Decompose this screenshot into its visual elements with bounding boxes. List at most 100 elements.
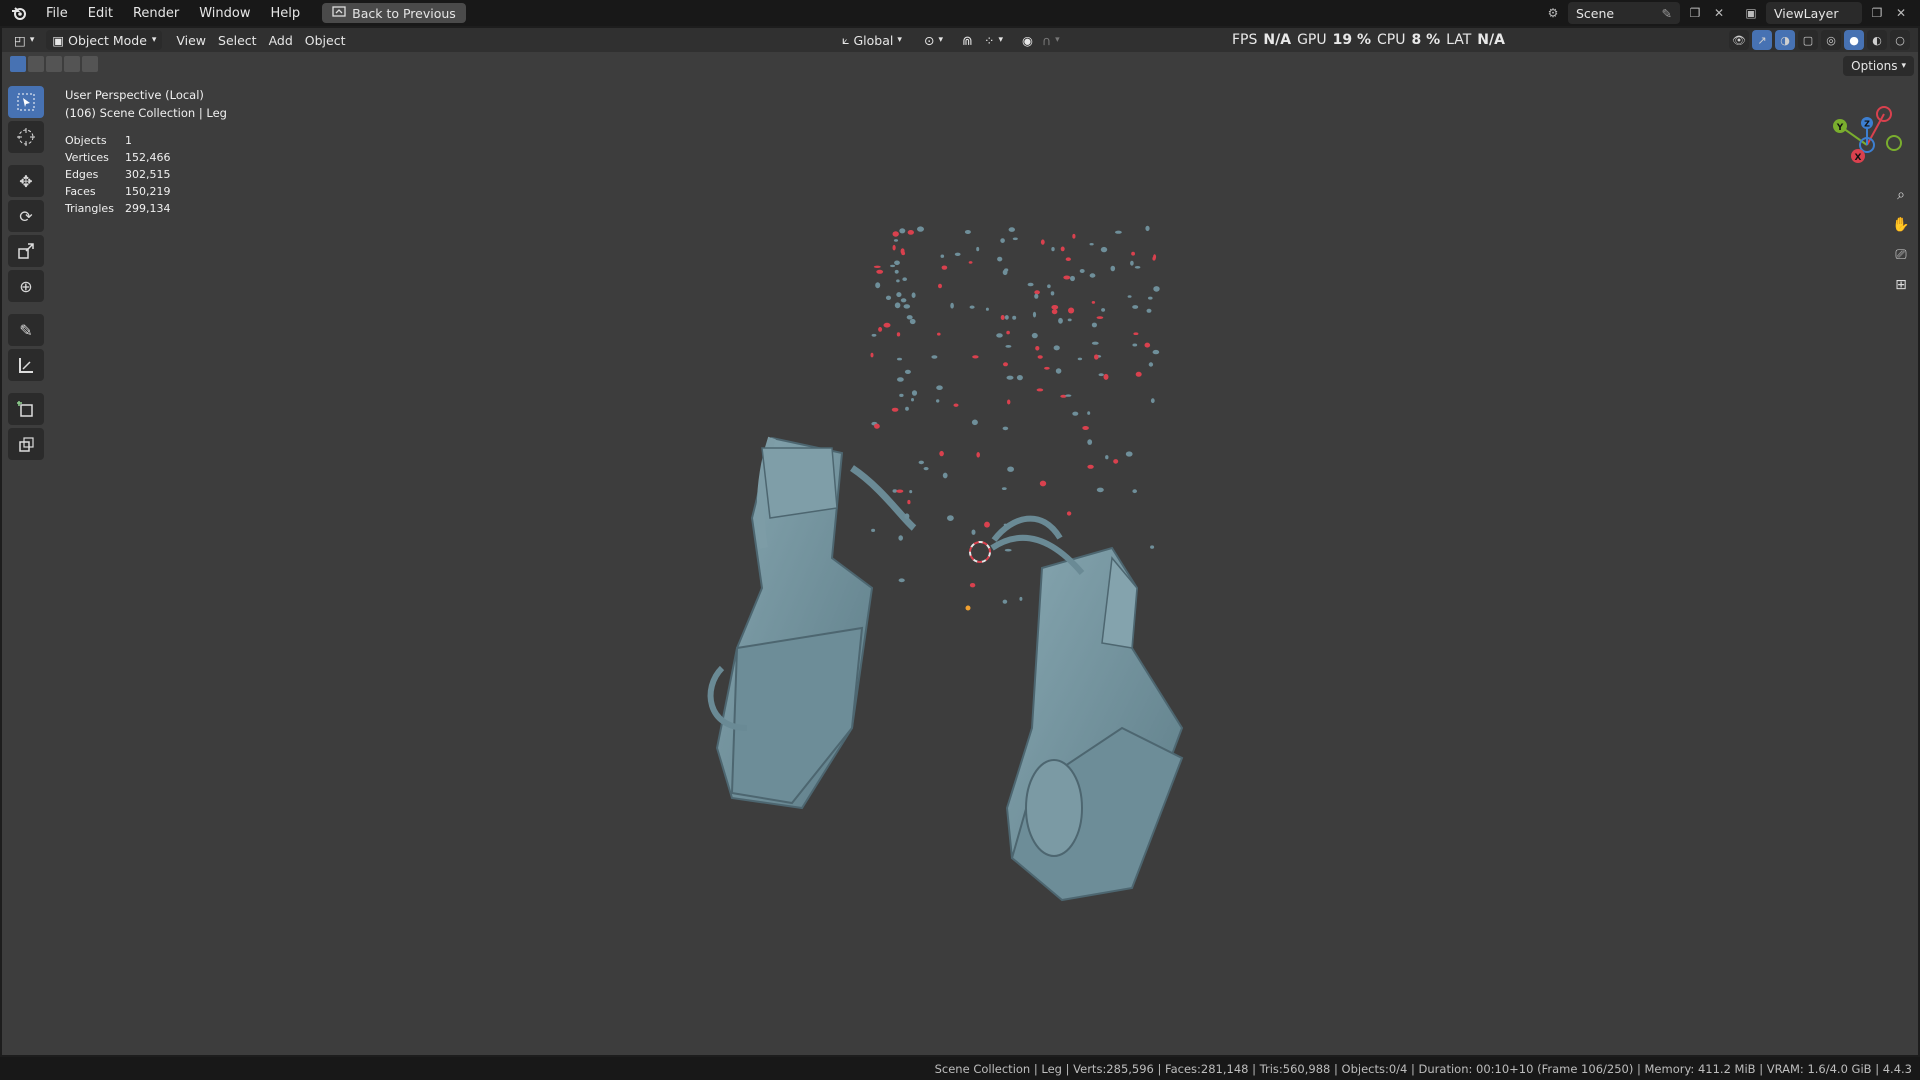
back-to-previous-button[interactable]: Back to Previous	[322, 3, 466, 23]
move-tool-icon[interactable]: ✥	[8, 165, 44, 197]
scene-name: Scene	[1576, 5, 1615, 21]
particle	[971, 419, 978, 426]
particle	[897, 357, 902, 361]
new-scene-icon[interactable]: ❐	[1686, 4, 1704, 22]
scene-type-icon[interactable]: ⚙	[1544, 4, 1562, 22]
particle	[901, 251, 906, 256]
scene-name-field[interactable]: Scene ✎	[1568, 2, 1680, 24]
measure-tool-icon[interactable]	[8, 349, 44, 381]
particle	[1044, 366, 1050, 370]
menu-render[interactable]: Render	[123, 0, 189, 26]
delete-view-layer-icon[interactable]: ✕	[1892, 4, 1910, 22]
particle	[1145, 225, 1150, 232]
right-leg-mesh[interactable]	[990, 515, 1184, 902]
particle	[1003, 362, 1008, 367]
extrude-tool-icon[interactable]	[8, 428, 44, 460]
particle	[939, 450, 944, 457]
particle	[1100, 246, 1108, 253]
particle	[1091, 322, 1097, 328]
particle	[984, 521, 990, 528]
cursor-tool-icon[interactable]	[8, 121, 44, 153]
particle	[1096, 316, 1104, 319]
particle	[954, 252, 961, 256]
view-layer-field[interactable]: ViewLayer	[1766, 2, 1862, 24]
particle	[1065, 394, 1072, 397]
particle	[873, 265, 881, 268]
scale-tool-icon[interactable]	[8, 235, 44, 267]
particle	[1000, 315, 1005, 320]
particle	[903, 304, 911, 309]
perspective-toggle-icon[interactable]: ⊞	[1888, 272, 1914, 298]
particle	[972, 355, 979, 359]
view-layer-type-icon[interactable]: ▣	[1742, 4, 1760, 22]
particle	[907, 499, 911, 505]
particle	[1068, 307, 1075, 314]
particle-cloud	[870, 225, 1160, 604]
particle	[1132, 489, 1137, 494]
menu-help[interactable]: Help	[261, 0, 311, 26]
particle	[1001, 487, 1007, 490]
particle	[950, 302, 954, 309]
particle	[918, 460, 924, 465]
particle	[894, 302, 901, 309]
add-cube-tool-icon[interactable]	[8, 393, 44, 425]
particle	[976, 452, 980, 458]
particle	[937, 332, 941, 336]
transform-tool-icon[interactable]: ⊕	[8, 270, 44, 302]
particle	[1034, 293, 1039, 299]
particle	[893, 239, 899, 242]
menu-edit[interactable]: Edit	[78, 0, 123, 26]
particle	[894, 260, 900, 266]
stat-row: Triangles 299,134	[65, 202, 171, 215]
scene-render	[707, 225, 1184, 902]
particle	[1007, 466, 1014, 472]
collection-label: (106) Scene Collection | Leg	[65, 106, 227, 120]
3d-viewport[interactable]: ◰ ▾ ▣ Object Mode ▾ View Select Add Objec…	[2, 28, 1918, 1055]
particle	[1060, 246, 1065, 252]
particle	[940, 254, 945, 258]
particle	[969, 583, 976, 588]
gizmo-x-label: X	[1855, 153, 1862, 163]
particle	[1098, 373, 1104, 377]
rotate-tool-icon[interactable]: ⟳	[8, 200, 44, 232]
particle	[899, 228, 906, 234]
particle	[917, 226, 924, 232]
particle	[898, 578, 905, 583]
new-view-layer-icon[interactable]: ❐	[1868, 4, 1886, 22]
particle	[1087, 411, 1091, 415]
zoom-icon[interactable]: ⌕	[1888, 182, 1914, 208]
delete-scene-icon[interactable]: ✕	[1710, 4, 1728, 22]
particle	[1035, 346, 1040, 351]
menu-file[interactable]: File	[36, 0, 78, 26]
particle	[894, 269, 899, 274]
particle	[1103, 373, 1109, 380]
particle	[1153, 254, 1157, 260]
particle	[1012, 237, 1018, 241]
particle	[936, 385, 943, 391]
particle	[874, 423, 880, 429]
particle	[923, 467, 929, 471]
pin-icon[interactable]: ✎	[1662, 6, 1672, 21]
particle	[1051, 309, 1058, 315]
annotate-tool-icon[interactable]: ✎	[8, 314, 44, 346]
particle	[1036, 388, 1044, 392]
particle	[898, 535, 903, 541]
particle	[890, 264, 896, 268]
camera-view-icon[interactable]: ⎚	[1888, 242, 1914, 268]
select-box-tool-icon[interactable]	[8, 86, 44, 118]
menu-window[interactable]: Window	[189, 0, 260, 26]
particle	[1063, 275, 1071, 280]
particle	[1006, 330, 1010, 335]
particle	[1079, 269, 1085, 273]
pan-hand-icon[interactable]: ✋	[1888, 212, 1914, 238]
particle	[968, 261, 973, 264]
stat-row: Edges 302,515	[65, 168, 171, 181]
particle	[1039, 480, 1047, 487]
particle	[875, 282, 881, 289]
tool-shelf: ✥ ⟳ ⊕ ✎	[8, 86, 44, 460]
particle	[1130, 260, 1134, 266]
left-leg-mesh[interactable]	[707, 436, 917, 810]
blender-logo-icon[interactable]	[10, 4, 28, 22]
3d-cursor-icon[interactable]	[969, 541, 991, 563]
particle	[878, 327, 883, 332]
